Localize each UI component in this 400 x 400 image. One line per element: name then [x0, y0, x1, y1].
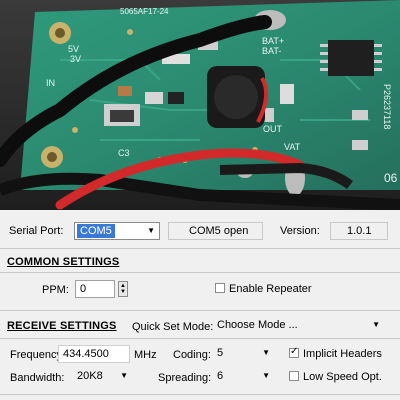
coding-label: Coding: — [173, 349, 211, 361]
pcb-photo: 3V 5V IN C3 BAT- BAT+ OUT VAT 06 5065AF1… — [0, 0, 400, 210]
ppm-input[interactable]: 0 — [75, 280, 115, 298]
checkbox-box[interactable] — [289, 371, 299, 381]
frequency-unit: MHz — [134, 349, 157, 361]
ppm-label: PPM: — [42, 284, 69, 296]
quick-set-mode-label: Quick Set Mode: — [132, 321, 214, 333]
low-speed-opt-label: Low Speed Opt. — [303, 371, 382, 383]
pcb-label-bat-plus: BAT+ — [262, 36, 284, 46]
chevron-down-icon: ▼ — [147, 226, 155, 235]
version-label: Version: — [280, 225, 320, 237]
serial-port-label: Serial Port: — [9, 225, 64, 237]
spreading-label: Spreading: — [158, 372, 212, 384]
spreading-select[interactable]: 6 ▼ — [214, 368, 274, 386]
receive-settings-title: RECEIVE SETTINGS — [7, 320, 117, 332]
ppm-stepper[interactable]: ▲ ▼ — [118, 281, 128, 297]
chevron-down-icon: ▼ — [120, 371, 128, 380]
chevron-down-icon: ▼ — [262, 371, 270, 380]
bandwidth-value: 20K8 — [77, 370, 103, 382]
frequency-input[interactable]: 434.4500 — [58, 345, 130, 363]
divider — [0, 248, 400, 249]
checkbox-box[interactable] — [289, 346, 299, 358]
divider — [0, 394, 400, 395]
version-box: 1.0.1 — [330, 222, 388, 240]
pcb-label-5v: 5V — [68, 44, 79, 54]
serial-status-box: COM5 open — [168, 222, 263, 240]
divider — [0, 310, 400, 311]
implicit-headers-checkbox[interactable]: Implicit Headers — [289, 346, 382, 360]
pcb-label-c3: C3 — [118, 148, 130, 158]
settings-panel: Serial Port: COM5 ▼ COM5 open Version: 1… — [0, 210, 400, 400]
pcb-label-vat: VAT — [284, 142, 301, 152]
coding-select[interactable]: 5 ▼ — [214, 345, 274, 363]
chevron-down-icon: ▼ — [262, 348, 270, 357]
pcb-label-06: 06 — [384, 171, 398, 185]
pcb-label-serial: P26237118 — [382, 84, 392, 129]
low-speed-opt-checkbox[interactable]: Low Speed Opt. — [289, 371, 382, 383]
pcb-label-in: IN — [46, 78, 55, 88]
divider — [0, 338, 400, 339]
serial-port-select[interactable]: COM5 ▼ — [74, 222, 160, 240]
quick-set-mode-value: Choose Mode ... — [217, 319, 298, 331]
checkbox-box[interactable] — [215, 283, 225, 293]
divider — [0, 272, 400, 273]
enable-repeater-label: Enable Repeater — [229, 283, 312, 295]
frequency-value: 434.4500 — [63, 348, 109, 360]
version-value: 1.0.1 — [347, 225, 372, 237]
pcb-illustration: 3V 5V IN C3 BAT- BAT+ OUT VAT 06 5065AF1… — [0, 0, 400, 210]
enable-repeater-checkbox[interactable]: Enable Repeater — [215, 283, 312, 295]
implicit-headers-label: Implicit Headers — [303, 348, 382, 360]
pcb-label-out: OUT — [263, 124, 283, 134]
frequency-label: Frequency: — [10, 349, 66, 361]
ppm-value: 0 — [80, 283, 87, 295]
pcb-label-3v: 3V — [70, 54, 81, 64]
chevron-down-icon[interactable]: ▼ — [120, 289, 126, 295]
serial-status-text: COM5 open — [189, 225, 249, 237]
quick-set-mode-select[interactable]: Choose Mode ... ▼ — [214, 317, 384, 335]
serial-port-value: COM5 — [77, 224, 115, 238]
chevron-down-icon: ▼ — [372, 320, 380, 329]
pcb-label-bat-minus: BAT- — [262, 46, 281, 56]
bandwidth-select[interactable]: 20K8 ▼ — [74, 368, 132, 386]
common-settings-title: COMMON SETTINGS — [7, 256, 120, 268]
coding-value: 5 — [217, 347, 224, 359]
spreading-value: 6 — [217, 370, 224, 382]
pcb-label-part: 5065AF17-24 — [120, 7, 169, 16]
bandwidth-label: Bandwidth: — [10, 372, 65, 384]
